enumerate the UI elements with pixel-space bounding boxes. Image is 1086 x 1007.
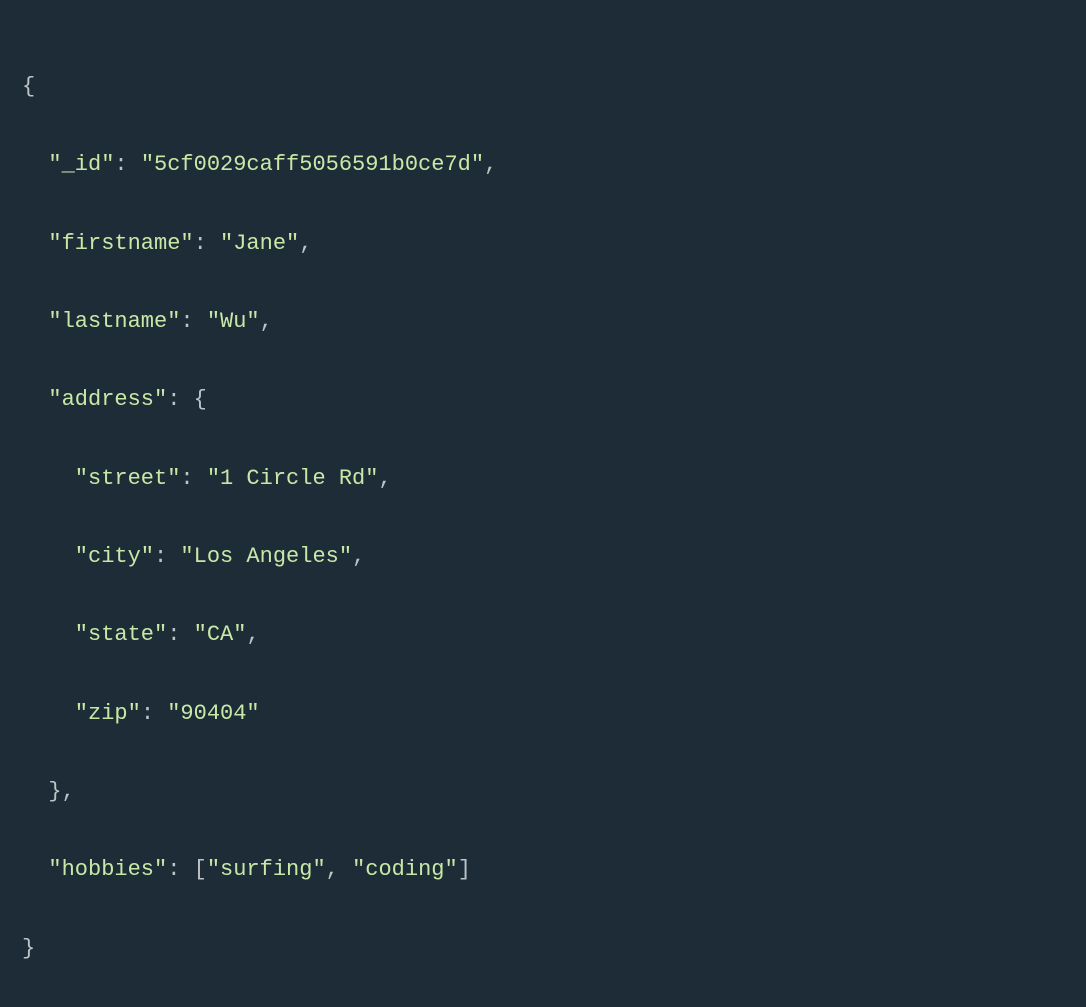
code-line: "_id": "5cf0029caff5056591b0ce7d", xyxy=(22,145,1064,184)
space xyxy=(339,857,352,882)
json-key-zip: "zip" xyxy=(75,701,141,726)
code-line: "street": "1 Circle Rd", xyxy=(22,459,1064,498)
comma: , xyxy=(352,544,365,569)
json-key-id: "_id" xyxy=(48,152,114,177)
colon: : xyxy=(141,701,154,726)
close-brace: } xyxy=(22,936,35,961)
json-key-hobbies: "hobbies" xyxy=(48,857,167,882)
json-key-street: "street" xyxy=(75,466,181,491)
space xyxy=(154,701,167,726)
json-value-state: "CA" xyxy=(194,622,247,647)
code-line: "city": "Los Angeles", xyxy=(22,537,1064,576)
code-line: "firstname": "Jane", xyxy=(22,224,1064,263)
code-line: "hobbies": ["surfing", "coding"] xyxy=(22,850,1064,889)
json-value-city: "Los Angeles" xyxy=(180,544,352,569)
json-code-block: { "_id": "5cf0029caff5056591b0ce7d", "fi… xyxy=(22,28,1064,1007)
space xyxy=(180,622,193,647)
comma: , xyxy=(378,466,391,491)
json-value-firstname: "Jane" xyxy=(220,231,299,256)
comma: , xyxy=(260,309,273,334)
comma: , xyxy=(299,231,312,256)
colon: : xyxy=(167,387,180,412)
json-key-lastname: "lastname" xyxy=(48,309,180,334)
open-brace: { xyxy=(22,74,35,99)
json-value-street: "1 Circle Rd" xyxy=(207,466,379,491)
comma: , xyxy=(62,779,75,804)
json-value-hobby2: "coding" xyxy=(352,857,458,882)
json-key-address: "address" xyxy=(48,387,167,412)
space xyxy=(180,387,193,412)
colon: : xyxy=(194,231,207,256)
code-line: }, xyxy=(22,772,1064,811)
colon: : xyxy=(114,152,127,177)
colon: : xyxy=(154,544,167,569)
open-brace: { xyxy=(194,387,207,412)
space xyxy=(207,231,220,256)
code-line: { xyxy=(22,67,1064,106)
space xyxy=(180,857,193,882)
colon: : xyxy=(167,622,180,647)
code-line: } xyxy=(22,929,1064,968)
json-value-hobby1: "surfing" xyxy=(207,857,326,882)
code-line: "state": "CA", xyxy=(22,615,1064,654)
space xyxy=(167,544,180,569)
open-bracket: [ xyxy=(194,857,207,882)
space xyxy=(194,309,207,334)
space xyxy=(128,152,141,177)
close-brace: } xyxy=(48,779,61,804)
json-key-state: "state" xyxy=(75,622,167,647)
json-value-lastname: "Wu" xyxy=(207,309,260,334)
colon: : xyxy=(180,309,193,334)
comma: , xyxy=(326,857,339,882)
code-line: "zip": "90404" xyxy=(22,694,1064,733)
comma: , xyxy=(246,622,259,647)
json-key-firstname: "firstname" xyxy=(48,231,193,256)
close-bracket: ] xyxy=(458,857,471,882)
json-key-city: "city" xyxy=(75,544,154,569)
code-line: "lastname": "Wu", xyxy=(22,302,1064,341)
colon: : xyxy=(180,466,193,491)
space xyxy=(194,466,207,491)
json-value-id: "5cf0029caff5056591b0ce7d" xyxy=(141,152,484,177)
json-value-zip: "90404" xyxy=(167,701,259,726)
code-line: "address": { xyxy=(22,380,1064,419)
comma: , xyxy=(484,152,497,177)
colon: : xyxy=(167,857,180,882)
